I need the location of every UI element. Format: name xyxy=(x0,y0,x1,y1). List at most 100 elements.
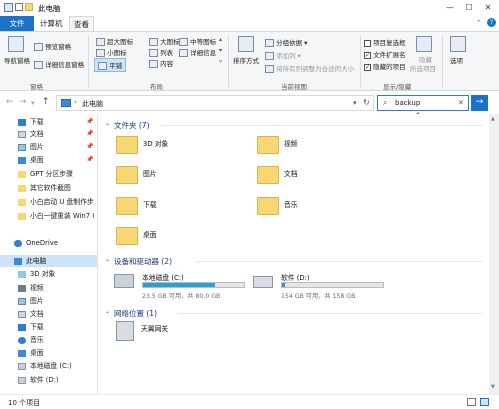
up-icon[interactable]: ↑ xyxy=(42,97,50,107)
folder-item-documents[interactable]: 文档 xyxy=(257,166,298,184)
hide-selected-icon[interactable] xyxy=(416,36,432,52)
list-icon xyxy=(149,49,158,57)
tiles-option[interactable]: 平铺 xyxy=(109,62,122,70)
search-go-button[interactable]: → xyxy=(471,95,488,111)
clear-search-icon[interactable]: ✕ xyxy=(458,99,464,107)
collapse-chevron-icon[interactable]: ⌄ xyxy=(105,256,110,263)
section-header-folders[interactable]: 文件夹 (7) xyxy=(114,120,150,131)
tab-view[interactable]: 查看 xyxy=(69,16,94,31)
music-icon xyxy=(18,336,26,344)
search-input[interactable]: backup xyxy=(395,99,420,107)
content-area: ⌄ 文件夹 (7) 3D 对象 视频 图片 文档 下载 音乐 桌面 ⌄ 设备和驱… xyxy=(100,114,489,394)
close-button[interactable]: ✕ xyxy=(482,2,494,14)
section-header-devices[interactable]: 设备和驱动器 (2) xyxy=(114,256,172,267)
picture-icon xyxy=(18,297,26,305)
section-divider xyxy=(196,261,482,262)
list-option[interactable]: 列表 xyxy=(160,49,173,57)
options-icon[interactable] xyxy=(450,36,466,52)
quick-access-checkbox-icon[interactable] xyxy=(15,3,23,11)
search-icon: ⌕ xyxy=(383,98,388,107)
fit-columns-button[interactable]: 将所有列调整为合适的大小 xyxy=(276,65,354,73)
folder-item-music[interactable]: 音乐 xyxy=(257,197,298,215)
minimize-button[interactable]: — xyxy=(444,2,456,14)
layout-scroll-down-icon[interactable]: ▾ xyxy=(219,47,222,54)
pin-icon: 📌 xyxy=(86,143,94,150)
sidebar-item-onedrive[interactable]: OneDrive xyxy=(14,237,110,249)
group-label-show-hide: 显示/隐藏 xyxy=(383,83,412,91)
forward-icon[interactable]: → xyxy=(19,97,27,107)
computer-icon xyxy=(61,99,71,107)
preview-pane-button[interactable]: 预览窗格 xyxy=(45,43,71,51)
layout-scroll-up-icon[interactable]: ▴ xyxy=(219,36,222,43)
sidebar-item-this-pc[interactable]: 此电脑 xyxy=(0,255,97,267)
address-bar[interactable]: › 此电脑 ▾ ↻ xyxy=(56,95,374,111)
quick-access-folder-icon[interactable] xyxy=(25,3,33,11)
file-extensions-checkbox[interactable]: ✓ xyxy=(364,51,371,59)
hidden-items-checkbox[interactable]: ✓ xyxy=(364,63,371,71)
item-checkboxes-checkbox[interactable] xyxy=(364,39,371,47)
nav-pane-button[interactable]: 导航窗格 xyxy=(4,55,30,65)
s-icons-icon xyxy=(96,49,105,57)
tab-computer[interactable]: 计算机 xyxy=(40,16,63,31)
collapse-chevron-icon[interactable]: ⌄ xyxy=(105,308,110,315)
sidebar-item-folder[interactable]: 小白启动 U 盘制作步 xyxy=(18,196,96,208)
group-by-button[interactable]: 分组依据 xyxy=(276,39,302,47)
add-columns-button[interactable]: 添加列 xyxy=(276,52,296,60)
folder-icon xyxy=(18,212,26,220)
refresh-icon[interactable]: ↻ xyxy=(363,98,370,107)
back-icon[interactable]: ← xyxy=(6,97,14,107)
file-extensions-label: 文件扩展名 xyxy=(373,51,406,59)
tab-file[interactable]: 文件 xyxy=(0,16,34,31)
xl-icons-option[interactable]: 超大图标 xyxy=(107,38,133,46)
folder-item-3d[interactable]: 3D 对象 xyxy=(116,136,168,154)
pin-icon: 📌 xyxy=(86,130,94,137)
app-icon xyxy=(4,3,13,12)
folder-item-desktop[interactable]: 桌面 xyxy=(116,227,157,245)
scroll-down-icon[interactable]: ▼ xyxy=(491,384,495,390)
options-button[interactable]: 选项 xyxy=(450,55,463,65)
status-bar: 10 个项目 xyxy=(0,394,499,409)
sort-icon[interactable] xyxy=(238,36,254,52)
scroll-up-icon[interactable]: ▲ xyxy=(491,116,495,122)
collapse-chevron-icon[interactable]: ⌄ xyxy=(105,120,110,127)
breadcrumb-this-pc[interactable]: 此电脑 xyxy=(82,99,103,109)
l-icons-option[interactable]: 大图标 xyxy=(160,38,180,46)
network-item[interactable]: 天翼网关 xyxy=(116,321,168,341)
search-box[interactable]: ⌕ backup ✕ xyxy=(377,95,469,111)
large-icons-toggle-icon[interactable] xyxy=(480,398,489,406)
group-label-layout: 布局 xyxy=(150,83,163,91)
navigation-pane-icon[interactable] xyxy=(8,36,24,52)
drive-usage-fill xyxy=(282,283,286,287)
s-icons-option[interactable]: 小图标 xyxy=(107,49,127,57)
folder-icon xyxy=(18,198,26,206)
group-label-current-view: 当前视图 xyxy=(281,83,307,91)
sort-button[interactable]: 排序方式 xyxy=(233,55,259,65)
details-view-option[interactable]: 详细信息 xyxy=(190,49,216,57)
details-pane-button[interactable]: 详细信息窗格 xyxy=(45,61,84,69)
ribbon-tabs: 文件 计算机 查看 ⌃ ? xyxy=(0,16,499,31)
ribbon-divider xyxy=(442,35,443,87)
sidebar-item-folder[interactable]: 小白一键重装 Win7 I xyxy=(18,210,96,222)
section-header-network[interactable]: 网络位置 (1) xyxy=(114,308,157,319)
film-icon xyxy=(18,284,26,292)
chevron-up-icon[interactable]: ⌃ xyxy=(476,19,482,27)
folder-item-videos[interactable]: 视频 xyxy=(257,136,298,154)
ribbon-divider xyxy=(360,35,361,87)
m-icons-option[interactable]: 中等图标 xyxy=(190,38,216,46)
folder-item-pictures[interactable]: 图片 xyxy=(116,166,157,184)
drive-icon xyxy=(18,362,26,370)
vertical-scrollbar[interactable]: ▲ ▼ xyxy=(489,114,499,394)
recent-locations-icon[interactable]: ▾ xyxy=(31,99,35,107)
folder-item-downloads[interactable]: 下载 xyxy=(116,197,157,215)
layout-expand-icon[interactable]: ▿ xyxy=(219,58,222,65)
maximize-button[interactable]: ☐ xyxy=(463,2,475,14)
details-view-toggle-icon[interactable] xyxy=(467,398,476,406)
folder-documents-icon xyxy=(257,166,279,184)
drive-icon xyxy=(18,376,26,384)
help-icon[interactable]: ? xyxy=(487,18,496,27)
ribbon-divider xyxy=(88,35,89,87)
address-dropdown-icon[interactable]: ▾ xyxy=(353,99,357,107)
pin-icon: 📌 xyxy=(86,156,94,163)
drive-icon xyxy=(253,276,273,288)
content-option[interactable]: 内容 xyxy=(160,60,173,68)
